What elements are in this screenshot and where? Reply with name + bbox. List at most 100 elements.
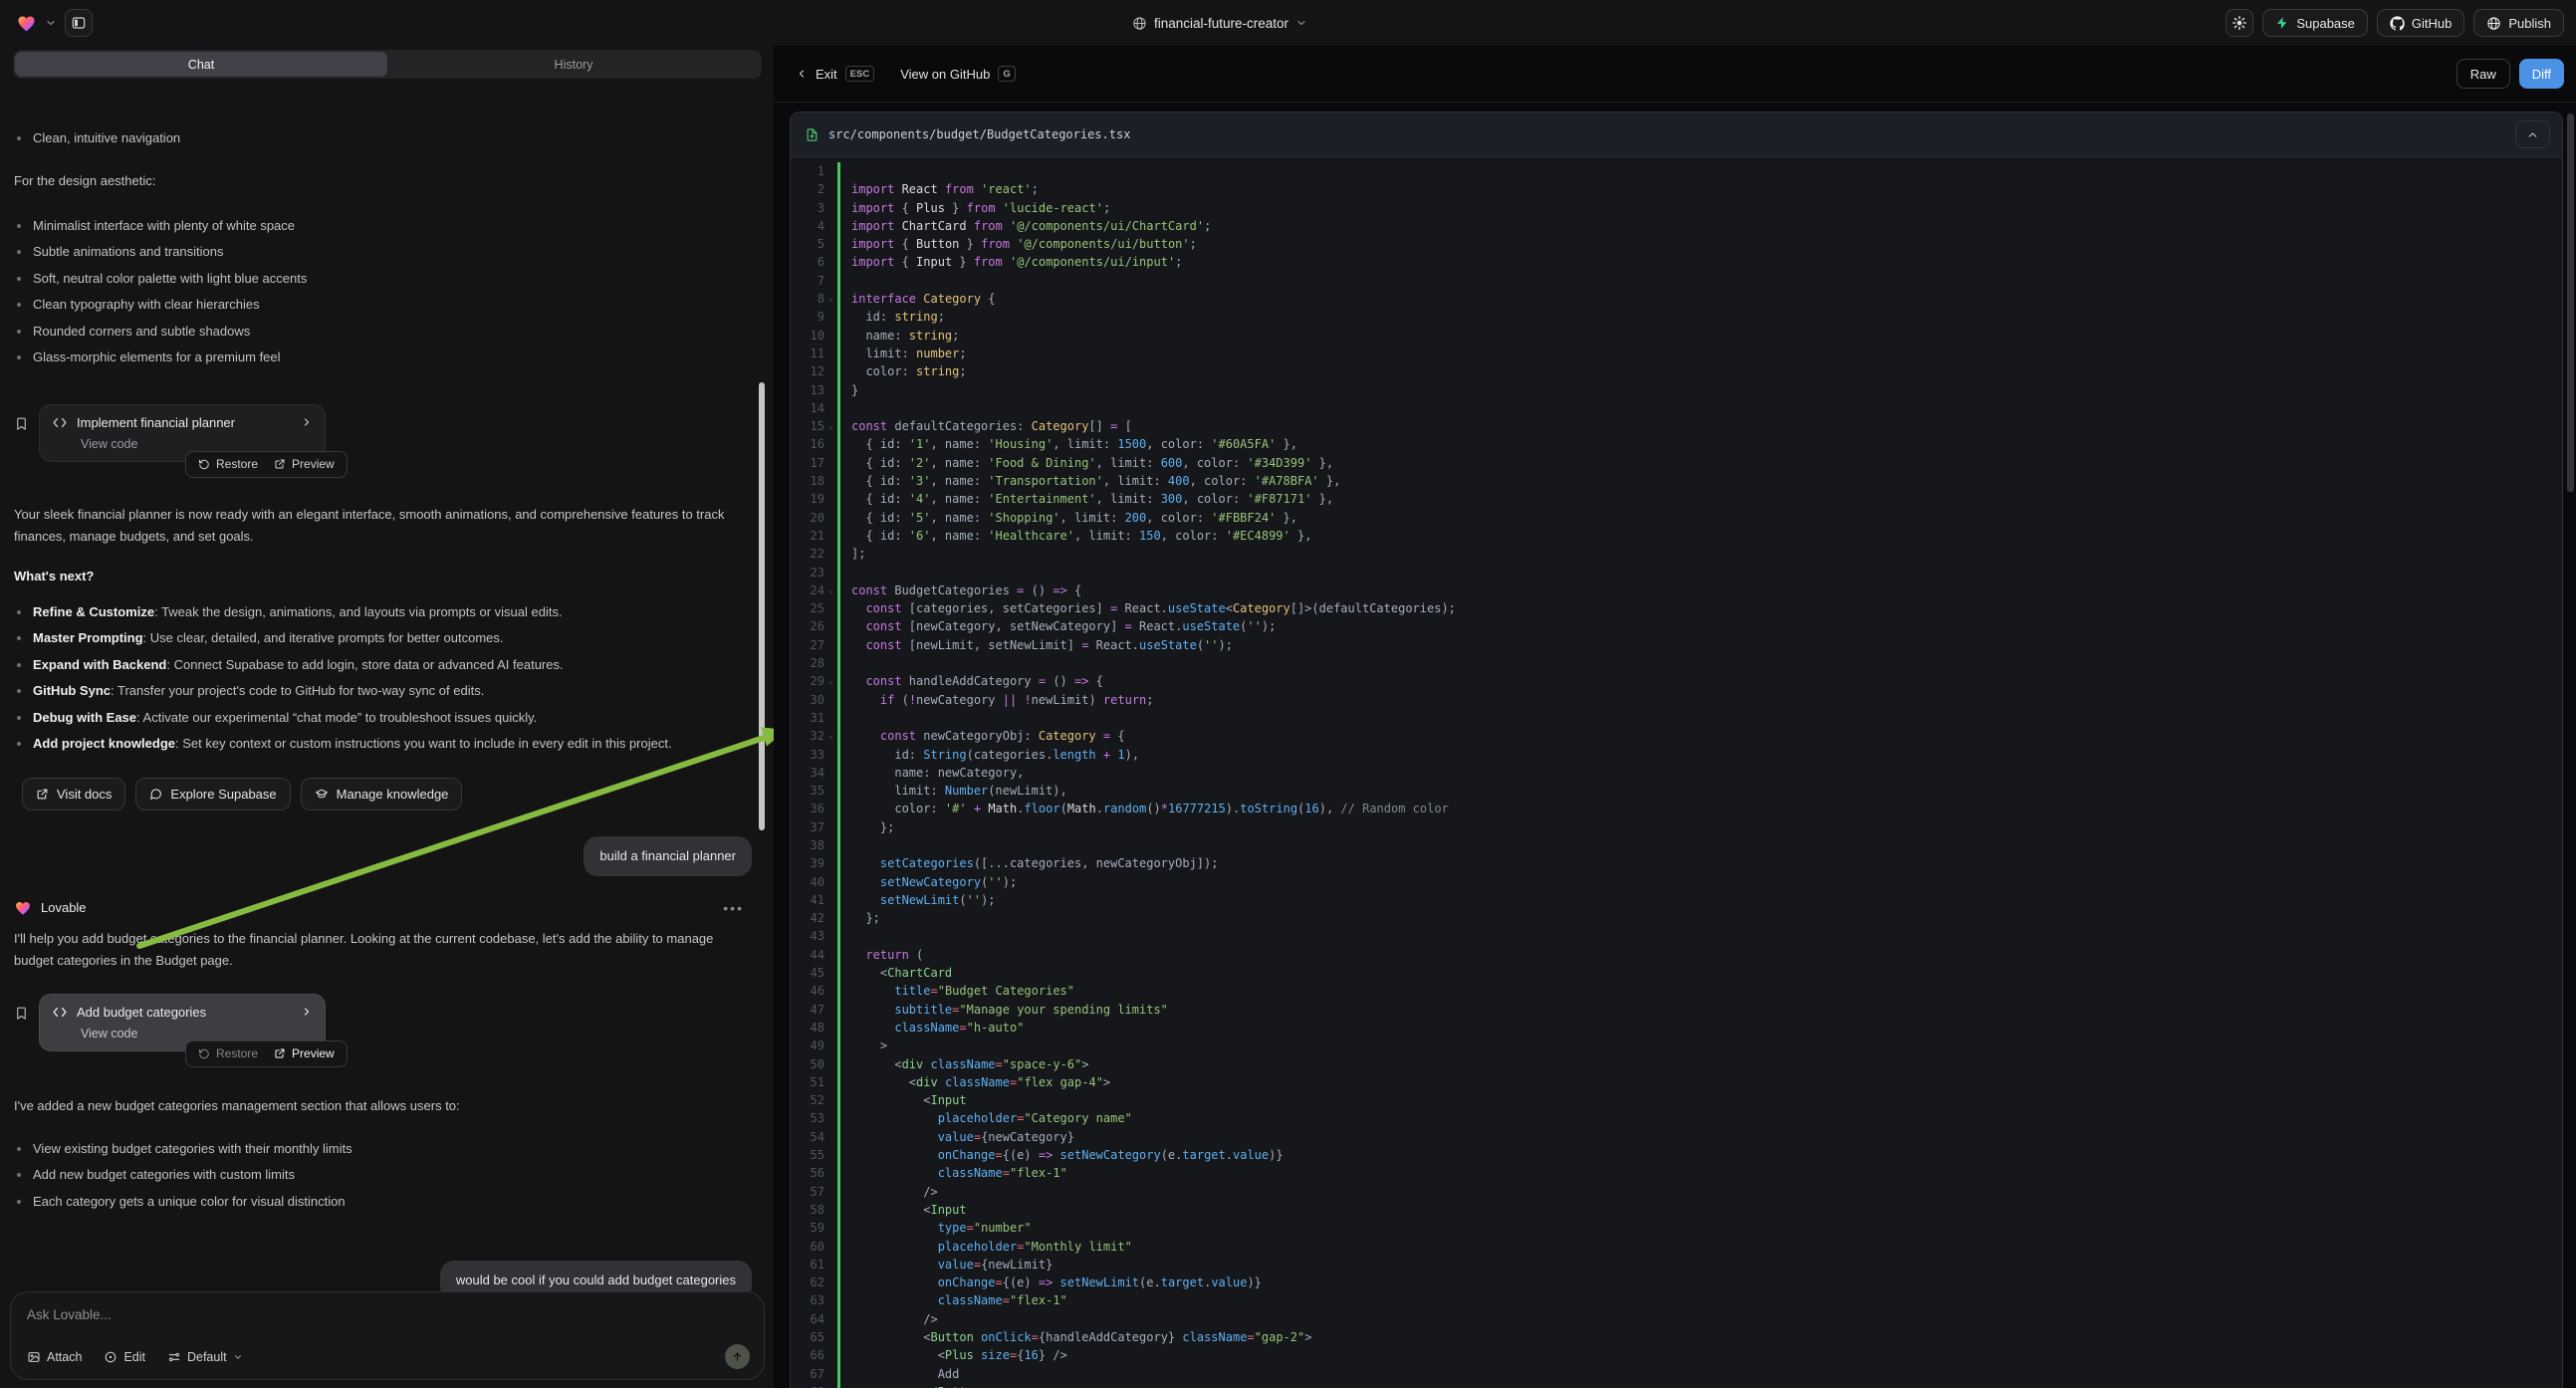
code-line: 31 xyxy=(791,709,2562,727)
fold-gutter xyxy=(824,746,837,764)
code-text: value={newCategory} xyxy=(837,1128,1074,1146)
gear-icon xyxy=(2231,15,2247,31)
list-item: Soft, neutral color palette with light b… xyxy=(14,266,752,293)
code-editor[interactable]: 1 2import React from 'react';3import { P… xyxy=(791,157,2562,1388)
toggle-sidebar-button[interactable] xyxy=(65,9,93,37)
line-number: 58 xyxy=(791,1201,824,1219)
code-text: <div className="flex gap-4"> xyxy=(837,1073,1110,1091)
manage-knowledge-button[interactable]: Manage knowledge xyxy=(301,778,463,810)
fold-gutter xyxy=(824,199,837,217)
chat-input[interactable] xyxy=(27,1307,748,1322)
visit-docs-button[interactable]: Visit docs xyxy=(22,778,125,810)
code-text: className="h-auto" xyxy=(837,1019,1024,1037)
code-line: 61 value={newLimit} xyxy=(791,1256,2562,1273)
code-line: 25 const [categories, setCategories] = R… xyxy=(791,599,2562,617)
exit-button[interactable]: Exit ESC xyxy=(796,66,874,82)
github-button[interactable]: GitHub xyxy=(2377,9,2464,37)
code-line: 8⌄interface Category { xyxy=(791,290,2562,308)
list-item: Clean typography with clear hierarchies xyxy=(14,292,752,319)
code-text: setNewCategory(''); xyxy=(837,873,1017,891)
tab-history[interactable]: History xyxy=(387,52,760,77)
model-selector[interactable]: Default xyxy=(167,1350,243,1364)
code-line: 32⌄ const newCategoryObj: Category = { xyxy=(791,727,2562,745)
restore-button[interactable]: Restore xyxy=(198,457,258,471)
code-line: 33 id: String(categories.length + 1), xyxy=(791,746,2562,764)
project-switcher[interactable]: financial-future-creator xyxy=(1132,16,1307,31)
chat-scrollbar-thumb[interactable] xyxy=(759,382,765,830)
collapse-file-button[interactable] xyxy=(2515,120,2550,148)
github-octocat-icon xyxy=(2390,16,2405,31)
fold-chevron-icon[interactable]: ⌄ xyxy=(824,417,837,435)
code-line: 4import ChartCard from '@/components/ui/… xyxy=(791,217,2562,235)
supabase-button[interactable]: Supabase xyxy=(2262,9,2368,37)
code-text: /> xyxy=(837,1183,938,1201)
bookmark-icon[interactable] xyxy=(14,1006,29,1021)
fold-gutter xyxy=(824,399,837,417)
line-number: 63 xyxy=(791,1291,824,1309)
fold-chevron-icon[interactable]: ⌄ xyxy=(824,672,837,690)
added-paragraph: I've added a new budget categories manag… xyxy=(14,1095,752,1117)
line-number: 57 xyxy=(791,1183,824,1201)
send-button[interactable] xyxy=(725,1344,750,1369)
fold-gutter xyxy=(824,1256,837,1273)
publish-button[interactable]: Publish xyxy=(2473,9,2564,37)
code-text xyxy=(837,564,858,581)
code-view-header: Exit ESC View on GitHub G Raw Diff xyxy=(774,46,2576,103)
lovable-logo-heart-icon[interactable] xyxy=(16,13,37,34)
code-text: /> xyxy=(837,1310,938,1328)
view-code-link[interactable]: View code xyxy=(81,437,313,451)
fold-gutter xyxy=(824,1365,837,1383)
file-header-bar[interactable]: src/components/budget/BudgetCategories.t… xyxy=(791,113,2562,157)
line-number: 41 xyxy=(791,891,824,909)
chevron-right-icon[interactable] xyxy=(301,416,313,428)
code-text: id: string; xyxy=(837,308,945,326)
line-number: 14 xyxy=(791,399,824,417)
chat-scrollback[interactable]: Clean, intuitive navigation For the desi… xyxy=(0,122,774,1291)
code-text: { id: '5', name: 'Shopping', limit: 200,… xyxy=(837,509,1297,527)
code-text xyxy=(837,399,858,417)
code-scrollbar-thumb[interactable] xyxy=(2567,114,2574,492)
diff-toggle-button[interactable]: Diff xyxy=(2519,59,2564,89)
tab-chat[interactable]: Chat xyxy=(15,52,387,77)
chevron-right-icon[interactable] xyxy=(301,1006,313,1018)
version-card-add-budget-categories[interactable]: Add budget categories View code Restore xyxy=(39,994,326,1051)
raw-toggle-button[interactable]: Raw xyxy=(2457,59,2510,89)
file-diff-container: src/components/budget/BudgetCategories.t… xyxy=(790,112,2563,1388)
fold-gutter xyxy=(824,873,837,891)
code-text: import React from 'react'; xyxy=(837,180,1039,198)
code-line: 21 { id: '6', name: 'Healthcare', limit:… xyxy=(791,527,2562,545)
external-link-icon xyxy=(274,458,286,470)
line-number: 46 xyxy=(791,982,824,1000)
code-line: 43 xyxy=(791,927,2562,945)
view-on-github-button[interactable]: View on GitHub G xyxy=(900,66,1015,82)
bookmark-icon[interactable] xyxy=(14,416,29,431)
line-number: 9 xyxy=(791,308,824,326)
view-code-link[interactable]: View code xyxy=(81,1027,313,1041)
line-number: 65 xyxy=(791,1328,824,1346)
code-text: id: String(categories.length + 1), xyxy=(837,746,1139,764)
code-line: 35 limit: Number(newLimit), xyxy=(791,782,2562,800)
line-number: 10 xyxy=(791,327,824,345)
preview-button[interactable]: Preview xyxy=(274,457,335,471)
fold-chevron-icon[interactable]: ⌄ xyxy=(824,727,837,745)
explore-supabase-button[interactable]: Explore Supabase xyxy=(135,778,290,810)
fold-chevron-icon[interactable]: ⌄ xyxy=(824,290,837,308)
restore-button[interactable]: Restore xyxy=(198,1046,258,1060)
fold-gutter xyxy=(824,1164,837,1182)
fold-gutter xyxy=(824,180,837,198)
edit-mode-button[interactable]: Edit xyxy=(104,1350,145,1364)
code-text: } xyxy=(837,381,858,399)
fold-gutter xyxy=(824,599,837,617)
workspace-chevron-down-icon[interactable] xyxy=(45,17,57,29)
external-link-icon xyxy=(274,1047,286,1059)
settings-button[interactable] xyxy=(2225,9,2253,37)
fold-chevron-icon[interactable]: ⌄ xyxy=(824,581,837,599)
message-more-options-icon[interactable]: ••• xyxy=(723,900,744,916)
code-text: <Input xyxy=(837,1091,967,1109)
attach-button[interactable]: Attach xyxy=(27,1350,82,1364)
version-card-implement-financial-planner[interactable]: Implement financial planner View code Re… xyxy=(39,404,326,462)
fold-gutter xyxy=(824,1328,837,1346)
preview-button[interactable]: Preview xyxy=(274,1046,335,1060)
fold-gutter xyxy=(824,527,837,545)
code-text xyxy=(837,927,858,945)
